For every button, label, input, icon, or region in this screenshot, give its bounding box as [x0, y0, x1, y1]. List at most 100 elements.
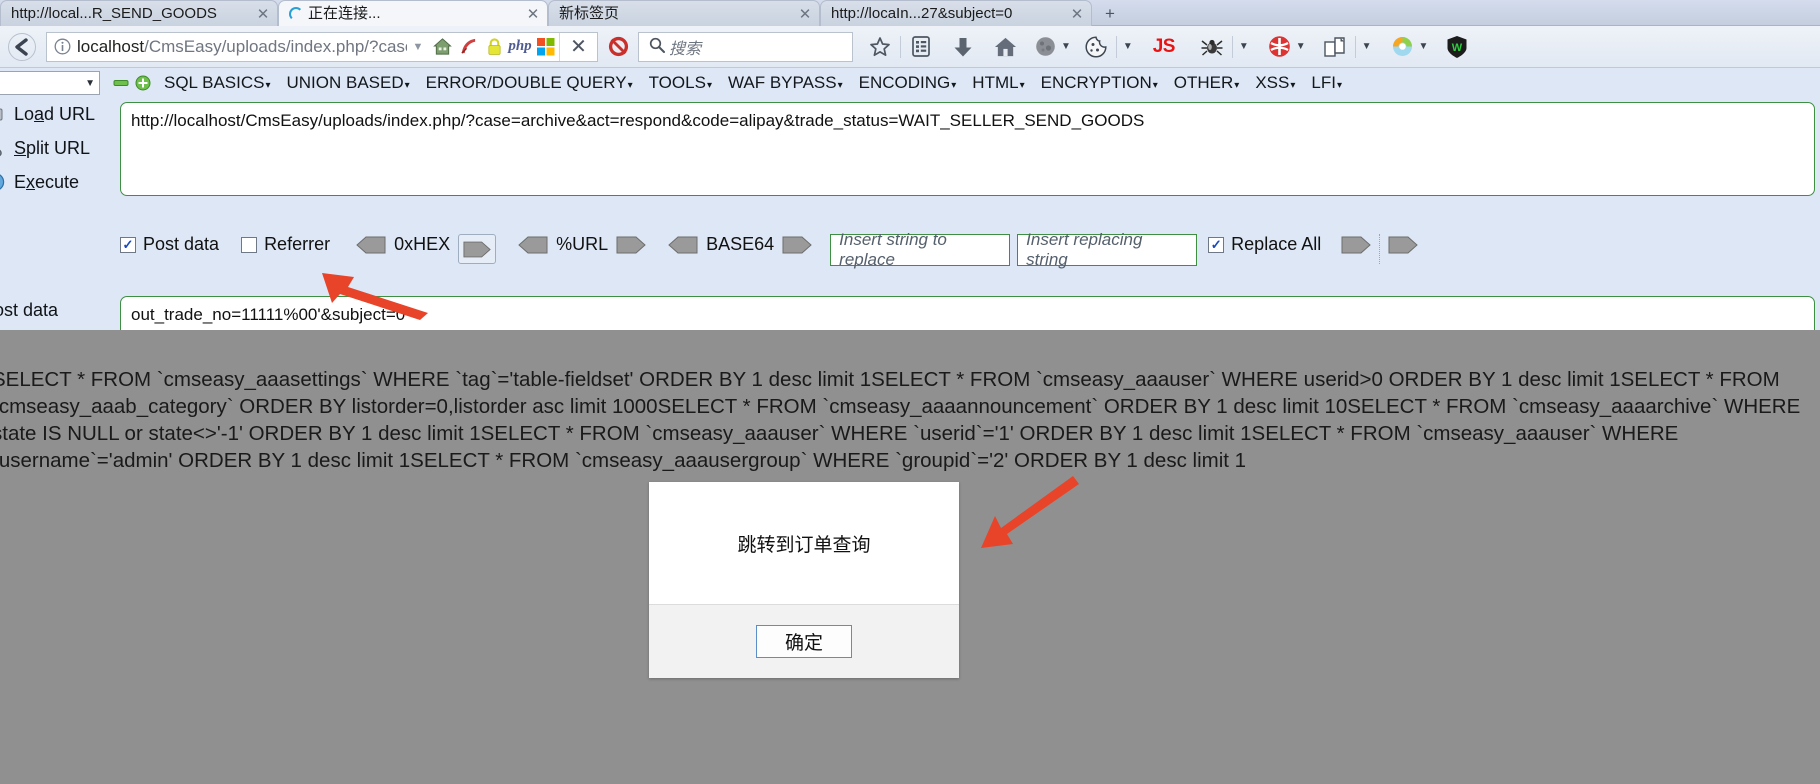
hackbar-menu-encoding[interactable]: ENCODING▾	[859, 73, 957, 93]
hackbar-menu-tools[interactable]: TOOLS▾	[649, 73, 712, 93]
hackbar-url-textarea[interactable]: http://localhost/CmsEasy/uploads/index.p…	[120, 102, 1815, 196]
hackbar-menu-sql-basics[interactable]: SQL BASICS▾	[164, 73, 271, 93]
hackbar-profile-select[interactable]: NT ▼	[0, 71, 100, 95]
hackbar-menu-other[interactable]: OTHER▾	[1174, 73, 1240, 93]
windows-icon[interactable]	[533, 32, 559, 62]
star-bookmark-icon[interactable]	[865, 26, 895, 68]
address-bar[interactable]: localhost/CmsEasy/uploads/index.php/?cas…	[46, 31, 598, 62]
base64-encode-arrow-right-icon[interactable]	[782, 234, 812, 256]
toolbar-separator	[1231, 35, 1233, 58]
referrer-checkbox-group[interactable]: Referrer	[241, 234, 330, 255]
url-decode-arrow-left-icon[interactable]	[518, 234, 548, 256]
hackbar-split-url-action[interactable]: Split URL	[0, 132, 102, 164]
chevron-down-icon[interactable]: ▼	[1239, 41, 1249, 52]
search-icon	[645, 37, 669, 57]
browser-tab-label: 新标签页	[559, 4, 620, 22]
replace-apply-arrow-icon[interactable]	[1341, 234, 1371, 256]
replace-from-input[interactable]: Insert string to replace	[830, 230, 1011, 269]
hackbar-action-list: Load URL Split URL Execute	[0, 98, 102, 200]
shield-w-icon[interactable]: W	[1442, 26, 1472, 68]
toolbar-separator	[900, 35, 901, 58]
alert-dialog-message: 跳转到订单查询	[737, 534, 871, 556]
browser-tab-2[interactable]: 正在连接... ✕	[278, 0, 548, 26]
hackbar-load-url-action[interactable]: Load URL	[0, 98, 102, 130]
hex-decode-arrow-left-icon[interactable]	[356, 234, 386, 256]
copy-page-icon[interactable]	[1320, 26, 1350, 68]
reader-list-icon[interactable]	[906, 26, 936, 68]
base64-decode-arrow-left-icon[interactable]	[668, 234, 698, 256]
browser-tab-label: http://locaIn...27&subject=0	[831, 4, 1013, 22]
alert-dialog-footer: 确定	[649, 604, 959, 678]
hackbar-menu-xss[interactable]: XSS▾	[1255, 73, 1295, 93]
svg-text:W: W	[1452, 42, 1463, 54]
post-data-checkbox-group[interactable]: Post data	[120, 234, 219, 255]
chevron-down-icon[interactable]: ▼	[1419, 41, 1429, 52]
replace-all-checkbox-group[interactable]: Replace All	[1208, 234, 1321, 255]
split-url-icon	[0, 138, 8, 158]
browser-tab-strip: http://local...R_SEND_GOODS ✕ 正在连接... ✕ …	[0, 0, 1820, 26]
chevron-down-icon[interactable]: ▼	[1061, 41, 1071, 52]
refresh-colored-icon[interactable]	[1388, 26, 1418, 68]
load-url-icon	[0, 105, 8, 123]
browser-tab-1[interactable]: http://local...R_SEND_GOODS ✕	[0, 0, 278, 26]
firebug-spider-icon[interactable]	[1197, 26, 1227, 68]
chevron-down-icon[interactable]: ▼	[1123, 41, 1133, 52]
replace-to-input[interactable]: Insert replacing string	[1017, 230, 1198, 269]
info-icon[interactable]	[47, 38, 77, 55]
close-icon[interactable]: ✕	[797, 5, 813, 23]
chevron-down-icon[interactable]: ▼	[1296, 41, 1306, 52]
close-icon[interactable]: ✕	[255, 5, 271, 23]
hackbar-execute-label: Execute	[14, 171, 80, 192]
referrer-checkbox[interactable]	[241, 236, 258, 253]
hackbar-target-icon[interactable]	[1265, 26, 1295, 68]
toolbar-separator	[1115, 35, 1117, 58]
close-icon[interactable]: ✕	[1069, 5, 1085, 23]
back-arrow-icon[interactable]	[0, 26, 44, 68]
chevron-down-icon[interactable]: ▼	[85, 78, 95, 89]
replace-secondary-arrow-icon[interactable]	[1388, 234, 1418, 256]
search-input[interactable]: 搜索	[669, 35, 701, 59]
hackbar-menu-html[interactable]: HTML▾	[972, 73, 1024, 93]
minus-green-icon[interactable]	[113, 75, 129, 91]
browser-tab-4[interactable]: http://locaIn...27&subject=0 ✕	[820, 0, 1092, 26]
post-data-checkbox[interactable]	[120, 236, 136, 253]
chevron-down-icon[interactable]: ▼	[407, 41, 429, 53]
replace-all-checkbox[interactable]	[1208, 236, 1225, 253]
url-encode-arrow-right-icon[interactable]	[616, 234, 646, 256]
chevron-down-icon[interactable]: ▼	[1362, 41, 1372, 52]
close-icon[interactable]: ✕	[525, 5, 541, 23]
home-icon[interactable]	[429, 32, 455, 62]
moon-user-icon[interactable]	[1030, 26, 1060, 68]
new-tab-button[interactable]: +	[1096, 2, 1124, 26]
hackbar-menu-encryption[interactable]: ENCRYPTION▾	[1041, 73, 1158, 93]
hackbar-menu-bar: NT ▼ SQL BASICS▾ UNION BASED▾ ERROR/DOUB…	[0, 68, 1820, 98]
plus-green-icon[interactable]	[135, 75, 151, 91]
home-icon[interactable]	[990, 26, 1020, 68]
stop-loading-button[interactable]: ✕	[559, 32, 597, 61]
feather-icon[interactable]	[455, 32, 481, 62]
hackbar-menu-lfi[interactable]: LFI▾	[1311, 73, 1342, 93]
noscript-blocked-icon[interactable]	[598, 35, 638, 58]
hackbar-split-url-label: Split URL	[14, 137, 91, 158]
search-bar[interactable]: 搜索	[638, 31, 853, 62]
page-content-area: SELECT * FROM `cmseasy_aaasettings` WHER…	[0, 330, 1820, 784]
download-arrow-icon[interactable]	[948, 26, 978, 68]
hackbar-menu-union-based[interactable]: UNION BASED▾	[287, 73, 410, 93]
options-separator	[1379, 234, 1381, 264]
cookie-icon[interactable]	[1081, 26, 1111, 68]
browser-tab-label: http://local...R_SEND_GOODS	[11, 4, 217, 22]
replace-all-checkbox-label: Replace All	[1231, 234, 1322, 254]
loading-spinner-icon	[289, 6, 303, 21]
hackbar-post-data-label: Post data	[0, 300, 59, 320]
php-icon[interactable]: php	[507, 32, 533, 62]
browser-tab-3[interactable]: 新标签页 ✕	[548, 0, 820, 26]
url-converter-label: %URL	[556, 234, 609, 254]
hackbar-execute-action[interactable]: Execute	[0, 166, 102, 198]
lock-icon[interactable]	[481, 32, 507, 62]
hackbar-menu-waf-bypass[interactable]: WAF BYPASS▾	[728, 73, 843, 93]
js-toggle-icon[interactable]: JS	[1149, 26, 1179, 68]
confirm-button[interactable]: 确定	[756, 625, 852, 658]
hex-encode-arrow-right-icon[interactable]	[458, 234, 497, 264]
hackbar-menu-error-double-query[interactable]: ERROR/DOUBLE QUERY▾	[426, 73, 633, 93]
address-bar-url: localhost/CmsEasy/uploads/index.php/?cas…	[77, 36, 407, 56]
